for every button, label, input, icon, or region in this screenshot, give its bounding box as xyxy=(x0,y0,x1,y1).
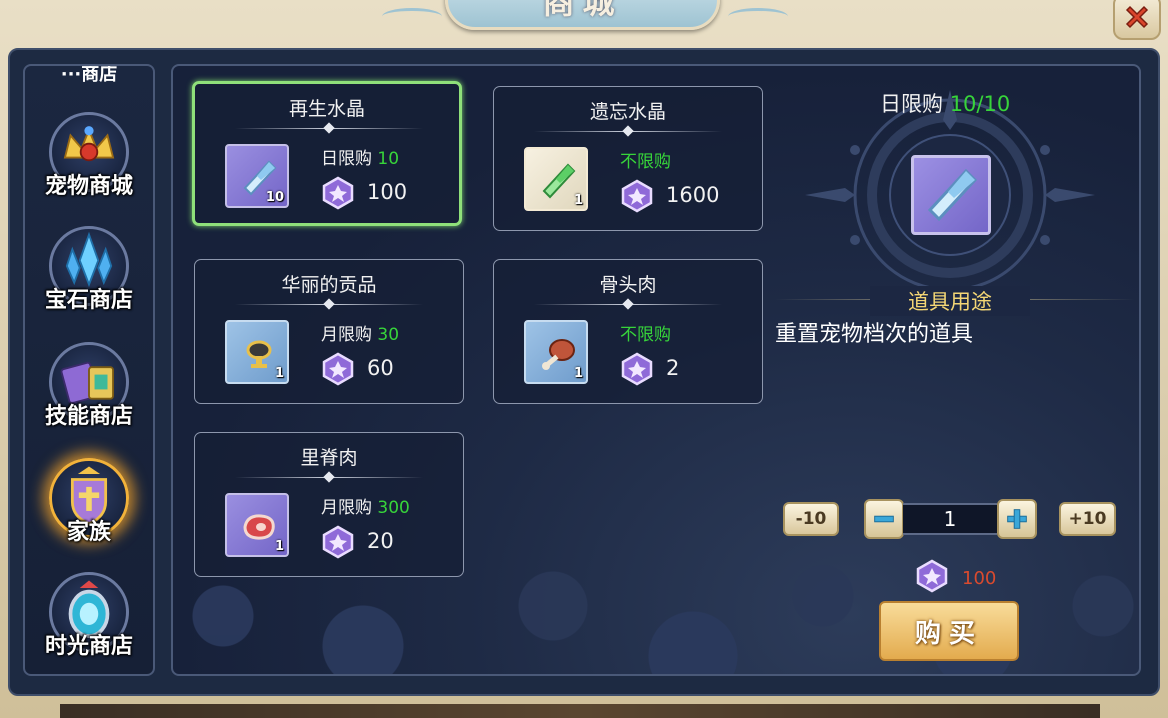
purple-gem-icon xyxy=(322,525,354,559)
shop-item-card[interactable]: 遗忘水晶 1 不限购 1600 xyxy=(493,86,763,231)
detail-purchase-limit: 日限购 10/10 xyxy=(880,88,1010,118)
item-name: 里脊肉 xyxy=(300,447,358,469)
usage-description: 重置宠物档次的道具 xyxy=(775,322,974,347)
title-ornament-left xyxy=(382,8,442,25)
purchase-limit: 日限购 10 xyxy=(321,144,399,169)
plus-ten-button[interactable]: +10 xyxy=(1059,502,1116,536)
item-count: 1 xyxy=(573,366,583,381)
item-count: 1 xyxy=(573,193,583,208)
item-count: 1 xyxy=(274,366,284,381)
limit-label: 不限购 xyxy=(620,325,671,345)
limit-label: 不限购 xyxy=(620,152,671,172)
purple-gem-icon xyxy=(621,352,653,386)
limit-label: 月限购 xyxy=(321,498,372,518)
divider-diamond-icon xyxy=(323,122,335,134)
item-slot: 1 xyxy=(524,320,588,384)
item-slot: 10 xyxy=(225,144,289,208)
minus-icon xyxy=(874,515,894,523)
sidebar-item-skill-shop[interactable]: 技能商店 xyxy=(25,342,153,452)
purchase-limit: 月限购 300 xyxy=(321,493,410,518)
purple-gem-icon xyxy=(322,352,354,386)
sidebar-item-cut-label: ···商店 xyxy=(60,64,118,85)
item-name: 华丽的贡品 xyxy=(281,274,377,296)
sidebar-item-label: 技能商店 xyxy=(44,404,133,429)
buy-button[interactable]: 购买 xyxy=(879,601,1019,661)
sidebar-item-label: 时光商店 xyxy=(44,634,133,659)
detail-limit-value: 10/10 xyxy=(949,92,1011,116)
increase-button[interactable] xyxy=(997,499,1037,539)
shop-item-card[interactable]: 华丽的贡品 1 月限购 30 60 xyxy=(194,259,464,404)
sidebar-item-label: 宠物商城 xyxy=(44,174,133,199)
item-name: 遗忘水晶 xyxy=(589,101,666,123)
sidebar-item-family[interactable]: 家族 xyxy=(25,458,153,568)
item-price: 2 xyxy=(666,356,680,380)
limit-label: 日限购 xyxy=(321,149,372,169)
minus-ten-button[interactable]: -10 xyxy=(783,502,839,536)
purchase-limit: 不限购 xyxy=(620,147,671,172)
blue-crystal-icon xyxy=(927,168,978,222)
sidebar-item-time-shop[interactable]: 时光商店 xyxy=(25,572,153,674)
detail-limit-label: 日限购 xyxy=(880,92,943,116)
plus-icon xyxy=(1007,509,1027,529)
quantity-field[interactable]: 1 xyxy=(903,503,997,535)
sidebar-item-label: 家族 xyxy=(66,520,111,545)
purple-gem-icon xyxy=(916,559,948,593)
shop-item-card[interactable]: 再生水晶 10 日限购 10 100 xyxy=(192,81,462,226)
divider-diamond-icon xyxy=(622,125,634,137)
sidebar-item-pet-shop[interactable]: 宠物商城 xyxy=(25,112,153,222)
item-price: 100 xyxy=(367,180,408,204)
green-crystal-icon xyxy=(542,163,576,199)
title-ornament-right xyxy=(728,8,788,25)
close-x-icon xyxy=(1125,5,1149,29)
divider-diamond-icon xyxy=(323,471,335,483)
close-button[interactable] xyxy=(1113,0,1161,40)
item-name: 骨头肉 xyxy=(599,274,657,296)
sidebar-item-gem-shop[interactable]: 宝石商店 xyxy=(25,226,153,336)
purchase-limit: 月限购 30 xyxy=(321,320,399,345)
steak-icon xyxy=(243,514,275,540)
item-name: 再生水晶 xyxy=(288,98,365,120)
window-title-plate: 商城 xyxy=(445,0,720,30)
item-price: 1600 xyxy=(666,183,720,207)
limit-value: 10 xyxy=(377,149,400,169)
bottom-hud-strip xyxy=(60,704,1100,718)
limit-label: 月限购 xyxy=(321,325,372,345)
limit-value: 300 xyxy=(377,498,410,518)
divider-diamond-icon xyxy=(622,298,634,310)
purple-gem-icon xyxy=(621,179,653,213)
purple-gem-icon xyxy=(322,176,354,210)
category-sidebar[interactable]: ···商店 宠物商城 宝石商店 技能商店 家族 时光商店 xyxy=(23,64,155,676)
detail-item-slot xyxy=(911,155,991,235)
item-price: 60 xyxy=(367,356,394,380)
item-count: 1 xyxy=(274,539,284,554)
sidebar-item-label: 宝石商店 xyxy=(44,288,133,313)
total-price: 100 xyxy=(962,568,997,589)
window-title: 商城 xyxy=(542,0,623,21)
tribute-cup-icon xyxy=(246,340,272,368)
item-price: 20 xyxy=(367,529,394,553)
usage-title: 道具用途 xyxy=(870,286,1030,316)
purchase-limit: 不限购 xyxy=(620,320,671,345)
bone-meat-icon xyxy=(542,339,575,370)
item-count: 10 xyxy=(265,190,284,205)
shop-item-card[interactable]: 骨头肉 1 不限购 2 xyxy=(493,259,763,404)
decrease-button[interactable] xyxy=(864,499,904,539)
item-slot: 1 xyxy=(225,493,289,557)
limit-value: 30 xyxy=(377,325,400,345)
item-slot: 1 xyxy=(524,147,588,211)
shop-item-card[interactable]: 里脊肉 1 月限购 300 20 xyxy=(194,432,464,577)
divider-diamond-icon xyxy=(323,298,335,310)
item-slot: 1 xyxy=(225,320,289,384)
